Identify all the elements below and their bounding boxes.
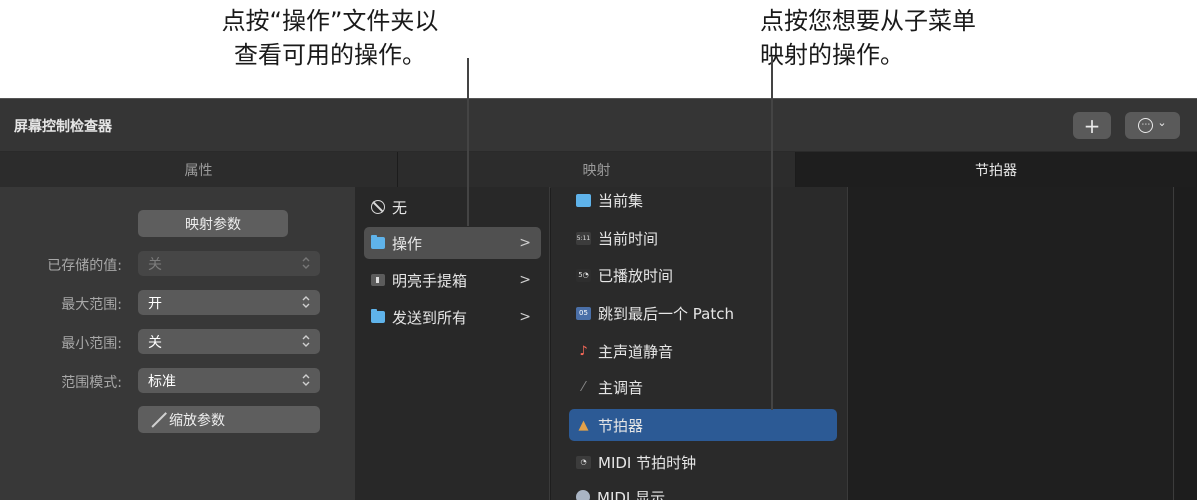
max-range-label: 最大范围:	[61, 297, 122, 313]
range-mode-select[interactable]: 标准	[138, 368, 320, 393]
action-item-current-set[interactable]: 当前集	[569, 184, 837, 216]
mapping-item-send-to-all[interactable]: 发送到所有 >	[364, 301, 541, 333]
action-item-current-time[interactable]: 5:11 当前时间	[569, 222, 837, 254]
plus-icon: +	[1083, 113, 1101, 138]
screenset-icon	[371, 274, 385, 286]
stepper-icon	[301, 294, 311, 310]
tab-mapping[interactable]: 映射	[398, 152, 796, 188]
action-item-metronome[interactable]: ▲ 节拍器	[569, 409, 837, 441]
properties-pane: 映射参数 已存储的值: 关 最大范围: 开 最小范围: 关 范围模式: 标准 缩…	[0, 187, 355, 500]
folder-icon	[371, 309, 385, 323]
folder-icon	[576, 193, 591, 207]
callout-choose-action: 点按您想要从子菜单 映射的操作。	[760, 4, 1060, 72]
stepper-icon	[301, 333, 311, 349]
chevron-right-icon: >	[519, 235, 531, 251]
stored-value-label: 已存储的值:	[47, 258, 122, 274]
mapping-root-column: 无 操作 > 明亮手提箱 > 发送到所有 >	[355, 187, 550, 500]
callout-left-leader-line	[467, 58, 469, 226]
stored-value-select[interactable]: 关	[138, 251, 320, 276]
tuning-icon: ⁄	[582, 379, 585, 395]
mapping-item-label: 操作	[392, 234, 423, 253]
inspector-tabs: 属性 映射 节拍器	[0, 151, 1197, 188]
action-item-master-tuning[interactable]: ⁄ 主调音	[569, 371, 837, 403]
tab-metronome[interactable]: 节拍器	[796, 152, 1197, 188]
min-range-value: 关	[148, 334, 162, 351]
mapping-item-actions[interactable]: 操作 >	[364, 227, 541, 259]
action-item-midi-clock[interactable]: ◔ MIDI 节拍时钟	[569, 446, 837, 478]
master-mute-icon: ♪	[579, 343, 588, 359]
time-icon: 5:11	[576, 231, 591, 245]
action-item-master-mute[interactable]: ♪ 主声道静音	[569, 335, 837, 367]
mapping-item-label: 发送到所有	[392, 308, 468, 327]
callout-right-leader-line	[771, 56, 773, 410]
callout-right-line2: 映射的操作。	[760, 41, 904, 69]
callout-actions-folder: 点按“操作”文件夹以 查看可用的操作。	[150, 4, 510, 72]
action-item-label: 当前时间	[598, 229, 659, 248]
scale-parameter-label: 缩放参数	[169, 412, 225, 429]
patch-icon: 05	[576, 306, 591, 320]
screen-control-inspector: 屏幕控制检查器 + ⋯ ⌄ 属性 映射 节拍器 映射参数 已存储的值: 关 最大…	[0, 98, 1197, 500]
mapping-item-none[interactable]: 无	[364, 191, 541, 223]
empty-mapping-column	[849, 187, 1174, 500]
action-item-label: 已播放时间	[598, 266, 674, 285]
metronome-icon: ▲	[578, 417, 589, 433]
action-item-label: 主声道静音	[598, 342, 674, 361]
callout-left-line2: 查看可用的操作。	[234, 41, 426, 69]
scale-slash-icon	[148, 412, 166, 428]
stepper-icon	[301, 372, 311, 388]
range-mode-label: 范围模式:	[61, 375, 122, 391]
action-item-label: MIDI 显示	[597, 488, 666, 500]
right-edge-column	[1175, 187, 1197, 500]
max-range-select[interactable]: 开	[138, 290, 320, 315]
scale-parameter-button[interactable]: 缩放参数	[138, 406, 320, 433]
action-item-midi-display[interactable]: MIDI 显示	[569, 481, 837, 500]
stored-value-value: 关	[148, 256, 162, 273]
action-item-label: MIDI 节拍时钟	[598, 453, 697, 472]
none-icon	[371, 200, 385, 214]
folder-icon	[371, 235, 385, 249]
ellipsis-circle-icon: ⋯	[1138, 118, 1154, 133]
action-item-label: 当前集	[598, 191, 644, 210]
action-item-played-time[interactable]: 5◔ 已播放时间	[569, 259, 837, 291]
min-range-label: 最小范围:	[61, 336, 122, 352]
inspector-title: 屏幕控制检查器	[14, 119, 112, 135]
mapping-item-label: 明亮手提箱	[392, 271, 468, 290]
inspector-title-bar: 屏幕控制检查器 + ⋯ ⌄	[0, 99, 1197, 151]
action-item-label: 主调音	[598, 378, 644, 397]
midi-display-icon	[576, 490, 590, 500]
min-range-select[interactable]: 关	[138, 329, 320, 354]
action-item-label: 跳到最后一个 Patch	[598, 304, 734, 323]
map-parameter-button[interactable]: 映射参数	[138, 210, 288, 237]
action-item-jump-last-patch[interactable]: 05 跳到最后一个 Patch	[569, 297, 837, 329]
tab-properties[interactable]: 属性	[0, 152, 398, 188]
callout-right-line1: 点按您想要从子菜单	[760, 7, 976, 35]
chevron-down-icon: ⌄	[1157, 116, 1167, 129]
chevron-right-icon: >	[519, 272, 531, 288]
add-button[interactable]: +	[1073, 112, 1111, 139]
stepper-icon	[301, 255, 311, 271]
action-item-label: 节拍器	[598, 416, 644, 435]
more-options-button[interactable]: ⋯ ⌄	[1125, 112, 1180, 139]
chevron-right-icon: >	[519, 309, 531, 325]
played-time-icon: 5◔	[576, 268, 591, 282]
callout-left-line1: 点按“操作”文件夹以	[221, 7, 439, 35]
midi-clock-icon: ◔	[576, 455, 591, 469]
mapping-item-bright-case[interactable]: 明亮手提箱 >	[364, 264, 541, 296]
mapping-item-label: 无	[392, 198, 408, 217]
actions-submenu-column: 当前集 5:11 当前时间 5◔ 已播放时间 05 跳到最后一个 Patch ♪…	[551, 187, 848, 500]
max-range-value: 开	[148, 295, 162, 312]
range-mode-value: 标准	[148, 373, 176, 390]
